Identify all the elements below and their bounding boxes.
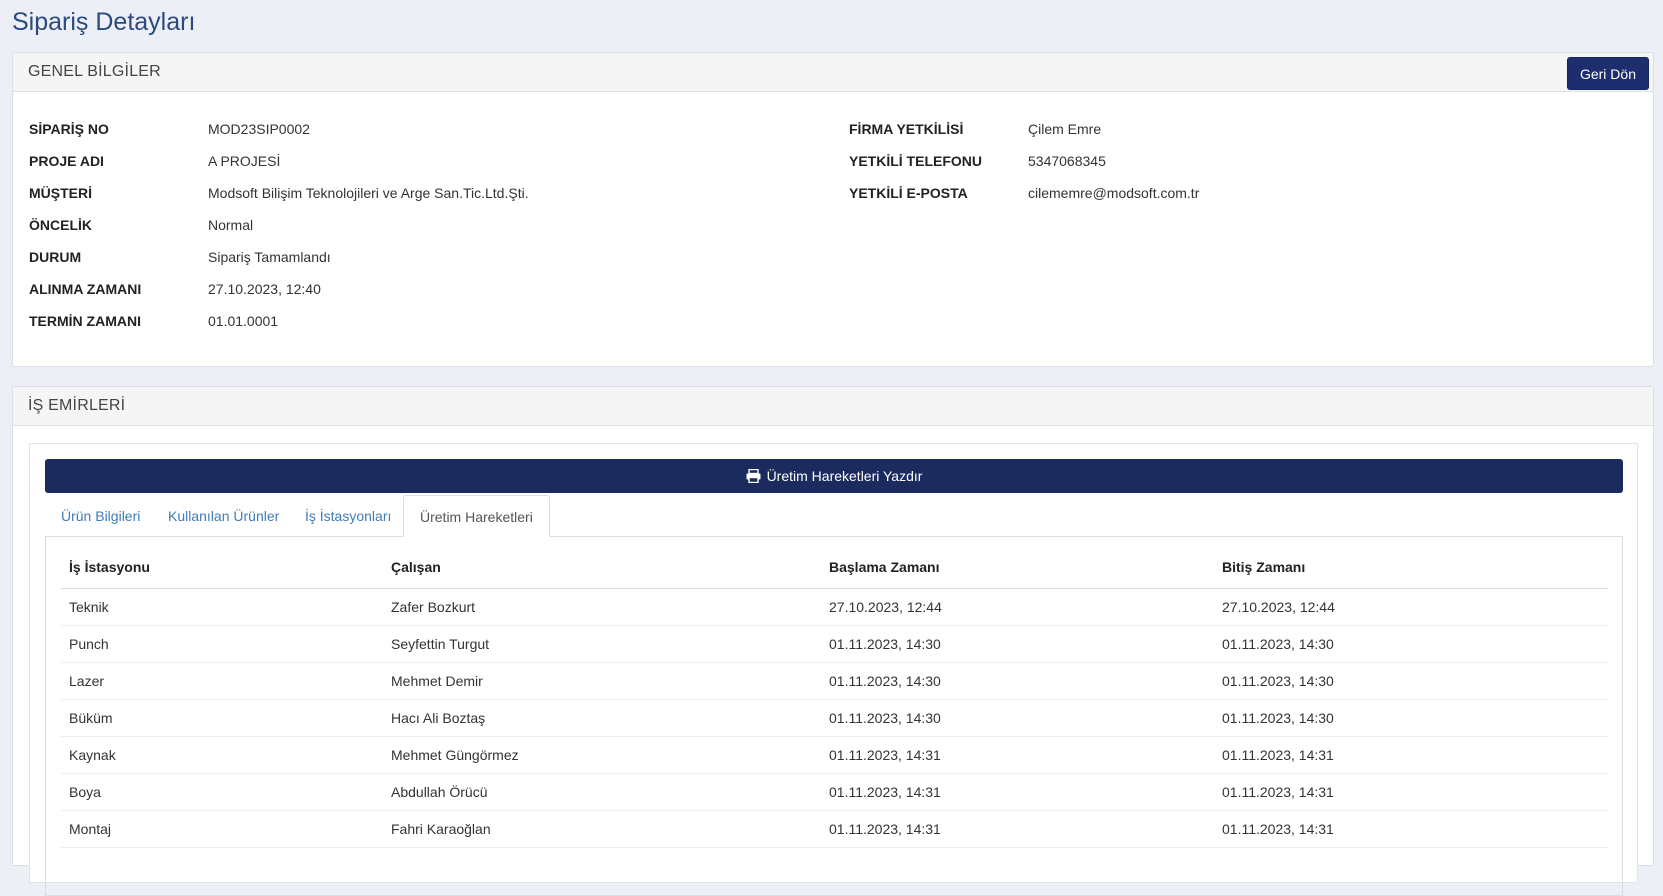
cell-end-time: 01.11.2023, 14:30 — [1214, 662, 1608, 700]
info-label: DURUM — [29, 249, 82, 265]
cell-employee: Mehmet Güngörmez — [383, 736, 821, 774]
print-icon — [746, 469, 761, 483]
info-label: TERMİN ZAMANI — [29, 313, 141, 329]
general-info-panel: GENEL BİLGİLER Geri Dön SİPARİŞ NO MOD23… — [12, 52, 1654, 367]
order-info-right: FİRMA YETKİLİSİ Çilem Emre YETKİLİ TELEF… — [849, 113, 1199, 209]
info-row-project-name: PROJE ADI A PROJESİ — [29, 145, 529, 177]
info-value: MOD23SIP0002 — [208, 121, 310, 137]
info-label: ALINMA ZAMANI — [29, 281, 142, 297]
work-orders-title: İŞ EMİRLERİ — [28, 397, 126, 414]
table-row: Boya Abdullah Örücü 01.11.2023, 14:31 01… — [61, 773, 1608, 811]
tab-work-stations[interactable]: İş İstasyonları — [289, 495, 407, 537]
info-value: A PROJESİ — [208, 153, 281, 169]
info-row-priority: ÖNCELİK Normal — [29, 209, 529, 241]
print-button-label: Üretim Hareketleri Yazdır — [766, 468, 923, 484]
cell-start-time: 01.11.2023, 14:30 — [821, 625, 1214, 663]
info-row-customer: MÜŞTERİ Modsoft Bilişim Teknolojileri ve… — [29, 177, 529, 209]
cell-end-time: 01.11.2023, 14:31 — [1214, 810, 1608, 848]
cell-start-time: 01.11.2023, 14:31 — [821, 736, 1214, 774]
column-header-end-time: Bitiş Zamanı — [1214, 546, 1608, 589]
cell-employee: Hacı Ali Boztaş — [383, 699, 821, 737]
info-label: ÖNCELİK — [29, 217, 92, 233]
cell-employee: Zafer Bozkurt — [383, 588, 821, 626]
info-value: Sipariş Tamamlandı — [208, 249, 331, 265]
order-info-left: SİPARİŞ NO MOD23SIP0002 PROJE ADI A PROJ… — [29, 113, 529, 337]
cell-station: Boya — [61, 773, 383, 811]
cell-end-time: 01.11.2023, 14:30 — [1214, 625, 1608, 663]
info-label: SİPARİŞ NO — [29, 121, 109, 137]
back-button[interactable]: Geri Dön — [1566, 57, 1649, 90]
cell-start-time: 27.10.2023, 12:44 — [821, 588, 1214, 626]
column-header-employee: Çalışan — [383, 546, 821, 589]
info-label: MÜŞTERİ — [29, 185, 92, 201]
info-label: YETKİLİ E-POSTA — [849, 185, 968, 201]
info-label: PROJE ADI — [29, 153, 104, 169]
cell-end-time: 27.10.2023, 12:44 — [1214, 588, 1608, 626]
work-orders-header: İŞ EMİRLERİ — [13, 387, 1653, 426]
info-row-deadline: TERMİN ZAMANI 01.01.0001 — [29, 305, 529, 337]
info-row-contact-email: YETKİLİ E-POSTA cilememre@modsoft.com.tr — [849, 177, 1199, 209]
cell-start-time: 01.11.2023, 14:31 — [821, 810, 1214, 848]
cell-station: Montaj — [61, 810, 383, 848]
info-value: 01.01.0001 — [208, 313, 279, 329]
cell-start-time: 01.11.2023, 14:30 — [821, 699, 1214, 737]
email-link[interactable]: cilememre@modsoft.com.tr — [1028, 185, 1199, 201]
cell-employee: Seyfettin Turgut — [383, 625, 821, 663]
info-row-received-time: ALINMA ZAMANI 27.10.2023, 12:40 — [29, 273, 529, 305]
general-info-header: GENEL BİLGİLER Geri Dön — [13, 53, 1653, 92]
page-title: Sipariş Detayları — [12, 8, 196, 36]
table-row: Lazer Mehmet Demir 01.11.2023, 14:30 01.… — [61, 662, 1608, 700]
phone-link[interactable]: 5347068345 — [1028, 153, 1106, 169]
info-label: FİRMA YETKİLİSİ — [849, 121, 964, 137]
info-label: YETKİLİ TELEFONU — [849, 153, 982, 169]
tab-product-info[interactable]: Ürün Bilgileri — [45, 495, 156, 537]
cell-end-time: 01.11.2023, 14:30 — [1214, 699, 1608, 737]
cell-employee: Abdullah Örücü — [383, 773, 821, 811]
general-info-title: GENEL BİLGİLER — [28, 63, 161, 80]
column-header-start-time: Başlama Zamanı — [821, 546, 1214, 589]
cell-end-time: 01.11.2023, 14:31 — [1214, 773, 1608, 811]
tab-used-products[interactable]: Kullanılan Ürünler — [152, 495, 295, 537]
production-movements-content: İş İstasyonu Çalışan Başlama Zamanı Biti… — [45, 536, 1623, 896]
cell-start-time: 01.11.2023, 14:31 — [821, 773, 1214, 811]
info-row-order-no: SİPARİŞ NO MOD23SIP0002 — [29, 113, 529, 145]
info-row-contact-phone: YETKİLİ TELEFONU 5347068345 — [849, 145, 1199, 177]
column-header-station: İş İstasyonu — [61, 546, 383, 589]
cell-station: Punch — [61, 625, 383, 663]
tab-production-movements[interactable]: Üretim Hareketleri — [403, 495, 550, 537]
table-row: Punch Seyfettin Turgut 01.11.2023, 14:30… — [61, 625, 1608, 663]
info-value: Çilem Emre — [1028, 121, 1102, 137]
table-row: Büküm Hacı Ali Boztaş 01.11.2023, 14:30 … — [61, 699, 1608, 737]
info-row-contact-person: FİRMA YETKİLİSİ Çilem Emre — [849, 113, 1199, 145]
work-order-box: Üretim Hareketleri Yazdır Ürün Bilgileri… — [29, 443, 1638, 896]
cell-station: Teknik — [61, 588, 383, 626]
print-production-movements-button[interactable]: Üretim Hareketleri Yazdır — [45, 459, 1623, 493]
info-value: Modsoft Bilişim Teknolojileri ve Arge Sa… — [208, 185, 529, 201]
cell-employee: Fahri Karaoğlan — [383, 810, 821, 848]
cell-station: Kaynak — [61, 736, 383, 774]
info-value: Normal — [208, 217, 254, 233]
table-row: Montaj Fahri Karaoğlan 01.11.2023, 14:31… — [61, 810, 1608, 848]
info-value: 27.10.2023, 12:40 — [208, 281, 321, 297]
work-orders-panel: İŞ EMİRLERİ Üretim Hareketleri Yazdır Ür… — [12, 386, 1654, 896]
info-row-status: DURUM Sipariş Tamamlandı — [29, 241, 529, 273]
cell-station: Büküm — [61, 699, 383, 737]
work-order-tabs: Ürün Bilgileri Kullanılan Ürünler İş İst… — [45, 495, 1623, 537]
cell-start-time: 01.11.2023, 14:30 — [821, 662, 1214, 700]
table-row: Kaynak Mehmet Güngörmez 01.11.2023, 14:3… — [61, 736, 1608, 774]
cell-end-time: 01.11.2023, 14:31 — [1214, 736, 1608, 774]
cell-employee: Mehmet Demir — [383, 662, 821, 700]
production-movements-table: İş İstasyonu Çalışan Başlama Zamanı Biti… — [61, 546, 1608, 848]
cell-station: Lazer — [61, 662, 383, 700]
table-header-row: İş İstasyonu Çalışan Başlama Zamanı Biti… — [61, 546, 1608, 589]
table-row: Teknik Zafer Bozkurt 27.10.2023, 12:44 2… — [61, 588, 1608, 626]
